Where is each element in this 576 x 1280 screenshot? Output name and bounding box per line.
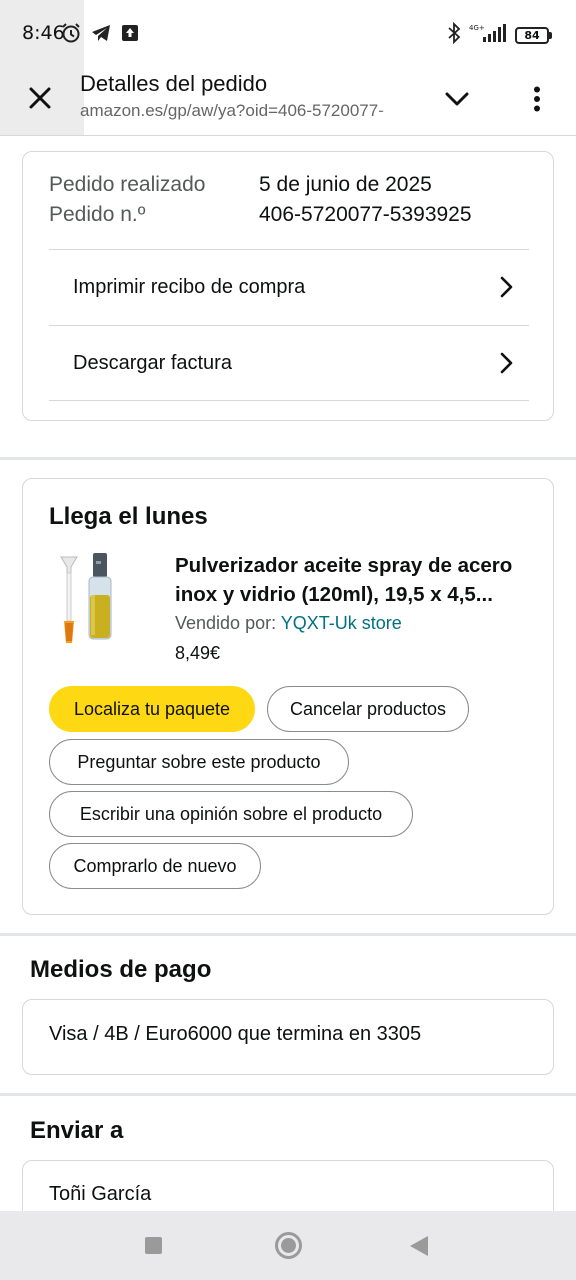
- print-receipt-link[interactable]: Imprimir recibo de compra: [49, 249, 529, 324]
- product-title[interactable]: Pulverizador aceite spray de acero inox …: [175, 551, 541, 609]
- write-review-button[interactable]: Escribir una opinión sobre el producto: [49, 791, 413, 837]
- chevron-right-icon: [500, 352, 513, 374]
- system-nav-bar: [0, 1211, 576, 1280]
- order-number-label: Pedido n.º: [49, 203, 146, 226]
- order-number-value: 406-5720077-5393925: [259, 203, 472, 226]
- payment-method: Visa / 4B / Euro6000 que termina en 3305: [49, 1023, 422, 1045]
- battery-icon: 84: [515, 27, 552, 44]
- product-image[interactable]: [53, 551, 123, 651]
- track-package-button[interactable]: Localiza tu paquete: [49, 686, 255, 732]
- alarm-icon: [60, 22, 82, 49]
- payment-method-card[interactable]: Visa / 4B / Euro6000 que termina en 3305: [22, 999, 554, 1075]
- section-divider: [0, 933, 576, 936]
- order-date-value: 5 de junio de 2025: [259, 173, 432, 196]
- expand-button[interactable]: [440, 82, 474, 116]
- kebab-menu-icon: [534, 86, 540, 112]
- product-price: 8,49€: [175, 643, 221, 663]
- signal-icon: 4G+: [469, 22, 507, 49]
- chevron-right-icon: [500, 276, 513, 298]
- section-divider: [0, 1093, 576, 1096]
- order-summary-card: Pedido realizado 5 de junio de 2025 Pedi…: [22, 151, 554, 421]
- close-icon: [29, 87, 51, 109]
- status-bar: 8:46 4G+ 84: [0, 0, 576, 68]
- divider: [49, 400, 529, 401]
- chevron-down-icon: [445, 92, 469, 106]
- page-title: Detalles del pedido: [80, 71, 268, 96]
- bluetooth-icon: [447, 21, 461, 49]
- seller-info: Vendido por: YQXT-Uk store: [175, 613, 402, 633]
- custom-tab-header: Detalles del pedido amazon.es/gp/aw/ya?o…: [0, 60, 576, 136]
- download-invoice-link[interactable]: Descargar factura: [49, 325, 529, 400]
- ask-product-question-button[interactable]: Preguntar sobre este producto: [49, 739, 349, 785]
- recipient-name: Toñi García: [49, 1183, 152, 1205]
- seller-link[interactable]: YQXT-Uk store: [281, 613, 402, 633]
- telegram-icon: [90, 22, 112, 49]
- buy-again-button[interactable]: Comprarlo de nuevo: [49, 843, 261, 889]
- payment-section-title: Medios de pago: [30, 956, 212, 983]
- back-button[interactable]: [410, 1236, 428, 1256]
- close-button[interactable]: [22, 80, 58, 116]
- upload-icon: [120, 23, 140, 48]
- page-url[interactable]: amazon.es/gp/aw/ya?oid=406-5720077-: [80, 101, 416, 121]
- shipment-card: Llega el lunes Pulverizador aceite spray…: [22, 478, 554, 915]
- delivery-status: Llega el lunes: [49, 503, 208, 530]
- status-time: 8:46: [22, 22, 65, 44]
- recents-button[interactable]: [145, 1237, 162, 1254]
- home-button[interactable]: [275, 1232, 302, 1259]
- shipping-section-title: Enviar a: [30, 1117, 124, 1144]
- battery-level: 84: [515, 27, 549, 44]
- order-date-label: Pedido realizado: [49, 173, 206, 196]
- cancel-items-button[interactable]: Cancelar productos: [267, 686, 469, 732]
- svg-text:4G+: 4G+: [469, 24, 485, 32]
- section-divider: [0, 457, 576, 460]
- more-options-button[interactable]: [520, 80, 554, 118]
